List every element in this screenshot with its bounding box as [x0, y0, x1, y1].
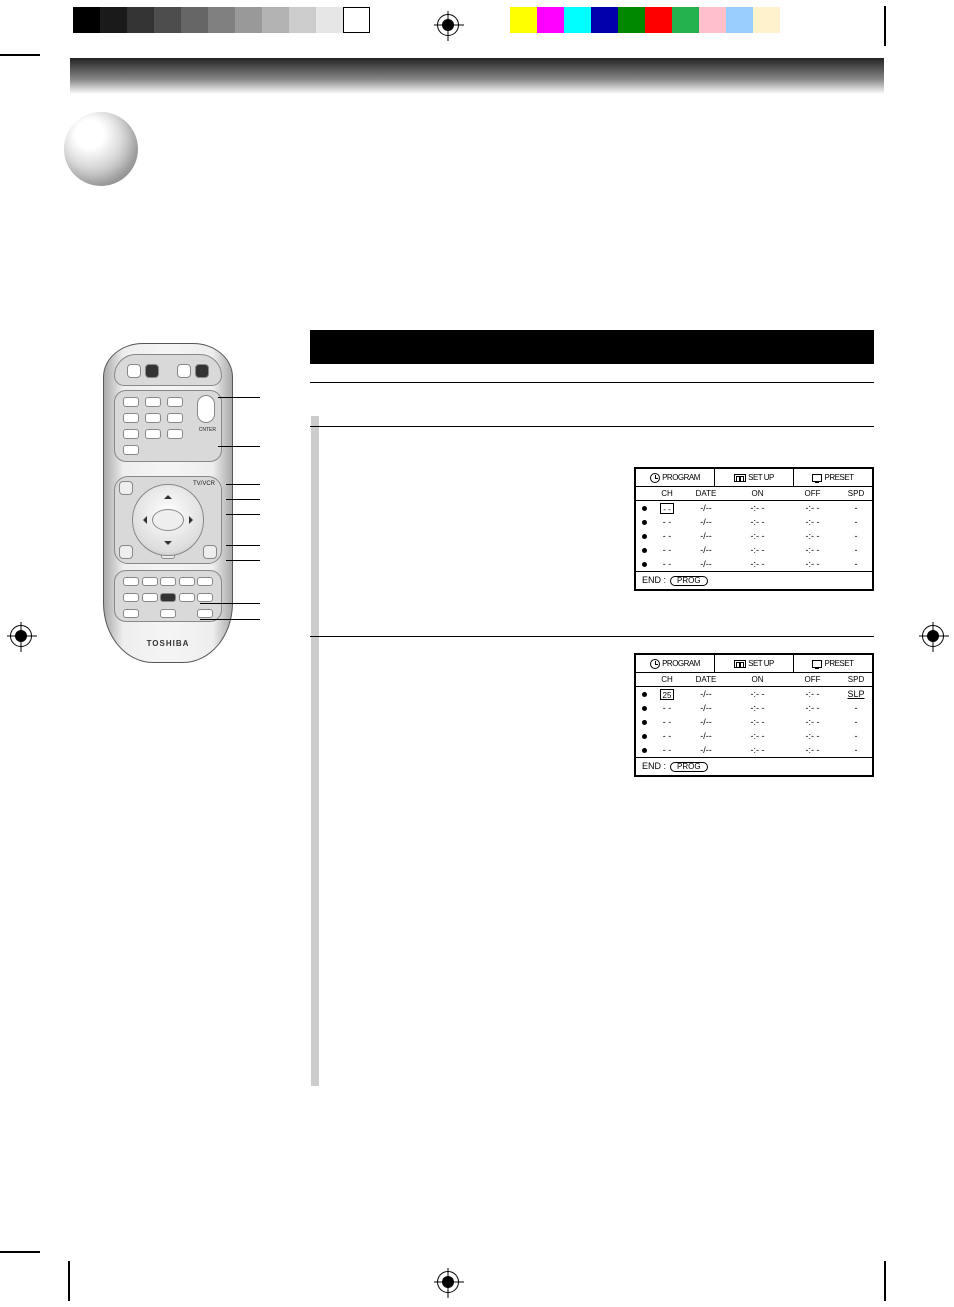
osd-end-row: END : PROG	[636, 757, 872, 775]
remote-lower-panel	[114, 570, 222, 622]
osd-row: 25-/---:- --:- -SLP	[636, 687, 872, 701]
leader-line	[226, 514, 260, 515]
osd-tab-program: PROGRAM	[636, 469, 715, 486]
osd-tab-setup: SET UP	[715, 655, 794, 672]
remote-button	[195, 364, 209, 378]
registration-mark-icon	[437, 1271, 459, 1293]
osd-header-row: CH DATE ON OFF SPD	[636, 673, 872, 687]
remote-number-keypad: CNTER	[114, 390, 222, 462]
osd-program-table-2: PROGRAM SET UP PRESET CH DATE ON	[634, 653, 874, 777]
remote-button	[177, 364, 191, 378]
osd-tab-label: PRESET	[824, 474, 853, 482]
pause-icon	[203, 545, 217, 559]
osd-tab-program: PROGRAM	[636, 655, 715, 672]
remote-brand-label: TOSHIBA	[104, 639, 232, 648]
leader-line	[226, 545, 260, 546]
osd-row: - --/---:- --:- --	[636, 529, 872, 543]
osd1-rows: - --/---:- --:- --- --/---:- --:- --- --…	[636, 501, 872, 571]
leader-line	[200, 603, 260, 604]
channel-rocker-icon	[197, 395, 215, 423]
osd-tab-preset: PRESET	[794, 469, 872, 486]
osd-row: - --/---:- --:- --	[636, 515, 872, 529]
osd-row: - --/---:- --:- --	[636, 743, 872, 757]
print-color-bar-colors	[510, 7, 780, 33]
osd-tab-label: PROGRAM	[662, 660, 700, 668]
remote-top-panel	[114, 354, 222, 386]
section-title-bar	[310, 330, 874, 364]
sphere-bullet-icon	[64, 112, 138, 186]
crop-mark	[68, 1261, 70, 1301]
crop-mark	[0, 54, 40, 56]
tape-icon	[734, 660, 746, 668]
osd-end-label: END :	[642, 576, 666, 585]
dpad-icon	[132, 484, 204, 556]
osd-tab-label: SET UP	[748, 660, 774, 668]
registration-mark-icon	[437, 14, 459, 36]
counter-label: CNTER	[199, 427, 216, 433]
clock-icon	[650, 659, 660, 669]
tape-icon	[734, 474, 746, 482]
leader-line	[226, 499, 260, 500]
leader-line	[226, 560, 260, 561]
osd-row: - --/---:- --:- --	[636, 557, 872, 571]
crop-mark	[0, 1251, 40, 1253]
tv-icon	[812, 474, 822, 482]
remote-illustration: CNTER TV/VCR TOSHIBA	[88, 343, 248, 663]
osd-end-row: END : PROG	[636, 571, 872, 589]
osd-prog-pill: PROG	[670, 576, 708, 586]
leader-line	[226, 484, 260, 485]
crop-mark	[884, 1261, 886, 1301]
osd-header-row: CH DATE ON OFF SPD	[636, 487, 872, 501]
leader-line	[218, 397, 260, 398]
osd-end-label: END :	[642, 762, 666, 771]
osd-program-table-1: PROGRAM SET UP PRESET CH DATE ON	[634, 467, 874, 591]
osd-tab-preset: PRESET	[794, 655, 872, 672]
remote-power-button	[127, 364, 141, 378]
osd-tab-label: PROGRAM	[662, 474, 700, 482]
osd-row: - --/---:- --:- --	[636, 701, 872, 715]
osd-row: - --/---:- --:- --	[636, 543, 872, 557]
tv-vcr-label: TV/VCR	[193, 481, 215, 487]
page-header-bar	[70, 58, 884, 94]
leader-line	[218, 446, 260, 447]
osd-prog-pill: PROG	[670, 762, 708, 772]
clock-icon	[650, 473, 660, 483]
prog-button-icon	[160, 593, 176, 602]
crop-mark	[884, 6, 886, 46]
registration-mark-icon	[10, 625, 32, 647]
rec-icon	[119, 545, 133, 559]
eject-icon	[119, 481, 133, 495]
osd-tab-label: PRESET	[824, 660, 853, 668]
print-color-bar-grayscale	[73, 7, 370, 33]
tv-icon	[812, 660, 822, 668]
remote-nav-panel: TV/VCR	[114, 476, 222, 564]
main-content: PROGRAM SET UP PRESET CH DATE ON	[310, 330, 874, 836]
registration-mark-icon	[922, 625, 944, 647]
step-2: PROGRAM SET UP PRESET CH DATE ON	[310, 426, 874, 636]
osd-tab-label: SET UP	[748, 474, 774, 482]
osd2-rows: 25-/---:- --:- -SLP- --/---:- --:- --- -…	[636, 687, 872, 757]
step-3: PROGRAM SET UP PRESET CH DATE ON	[310, 636, 874, 836]
osd-row: - --/---:- --:- --	[636, 715, 872, 729]
remote-button	[145, 364, 159, 378]
osd-row: - --/---:- --:- --	[636, 501, 872, 515]
osd-row: - --/---:- --:- --	[636, 729, 872, 743]
osd-tab-setup: SET UP	[715, 469, 794, 486]
step-1	[310, 382, 874, 426]
leader-line	[200, 619, 260, 620]
